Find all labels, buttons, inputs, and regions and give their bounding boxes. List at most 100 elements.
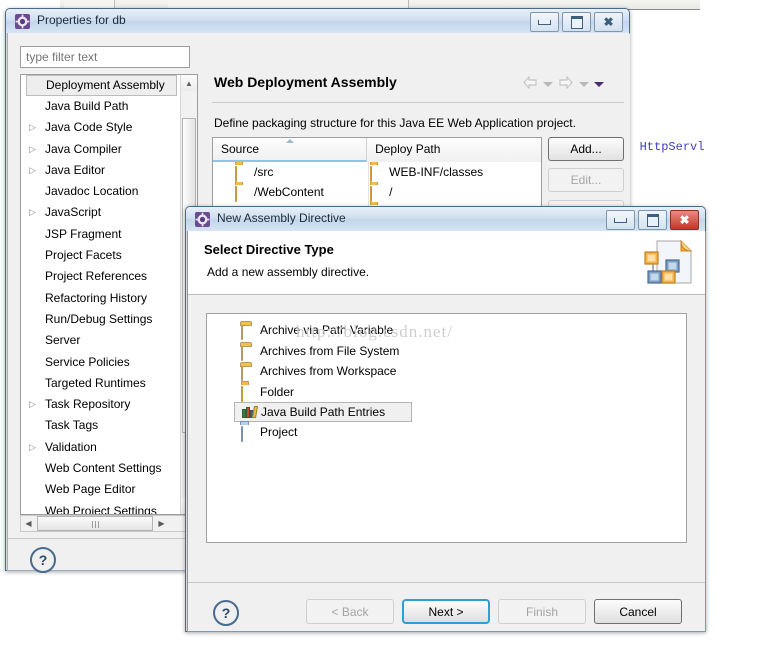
list-item[interactable]: Archives from Workspace [207,361,686,382]
tree-item-label: Java Build Path [45,99,129,113]
tree-item-run-debug-settings[interactable]: Run/Debug Settings [21,309,197,330]
assembly-header: Select Directive Type Add a new assembly… [188,231,705,295]
tree-item-label: Web Project Settings [45,503,157,515]
back-dropdown-icon[interactable] [543,81,553,87]
cell-deploy-path: / [367,182,541,202]
tree-item-jsp-fragment[interactable]: JSP Fragment [21,224,197,245]
table-row[interactable]: /src WEB-INF/classes [213,162,541,182]
folder-icon [241,384,256,402]
forward-dropdown-icon[interactable] [579,81,589,87]
table-row[interactable]: /WebContent / [213,182,541,202]
properties-help-icon[interactable]: ? [30,547,56,573]
deploy-text: WEB-INF/classes [389,165,484,179]
tree-item-label: Service Policies [45,354,130,369]
view-menu-icon[interactable] [594,81,604,87]
tree-item-javascript[interactable]: ▷ JavaScript [21,202,197,223]
list-item[interactable]: Java Build Path Entries [234,402,412,422]
tree-item-label: Project References [45,269,148,284]
list-item[interactable]: Project [207,422,686,443]
tree-item-label: JavaScript [45,205,102,220]
properties-maximize-button[interactable] [562,12,591,32]
jar-icon [241,322,256,340]
tree-item-web-content-settings[interactable]: Web Content Settings [21,458,197,479]
assembly-button-row: < Back Next > Finish Cancel [306,599,682,624]
tree-item-targeted-runtimes[interactable]: Targeted Runtimes [21,373,197,394]
source-text: /src [254,165,274,179]
tree-scroll-left-arrow[interactable]: ◀ [21,516,36,531]
properties-window-buttons: ✖ [530,12,623,32]
list-item-label: Archives from Workspace [260,364,397,378]
assembly-titlebar[interactable]: New Assembly Directive ✖ [186,207,705,231]
properties-minimize-button[interactable] [530,12,559,32]
expand-arrow-icon[interactable]: ▷ [29,437,36,458]
next-button[interactable]: Next > [402,599,490,624]
tree-item-web-page-editor[interactable]: Web Page Editor [21,479,197,500]
folder-icon [370,164,385,182]
tree-item-java-build-path[interactable]: Java Build Path [21,96,197,117]
tree-item-java-editor[interactable]: ▷ Java Editor [21,160,197,181]
expand-arrow-icon[interactable]: ▷ [29,160,36,181]
new-assembly-directive-dialog[interactable]: New Assembly Directive ✖ Select Directiv… [185,206,706,632]
tree-item-label: Run/Debug Settings [45,311,153,326]
assembly-minimize-button[interactable] [606,210,635,230]
cancel-button[interactable]: Cancel [594,599,682,624]
list-item[interactable]: Folder [207,382,686,403]
tree-item-project-references[interactable]: Project References [21,266,197,287]
java-build-path-icon [242,406,259,418]
folder-icon [235,184,250,202]
tree-item-server[interactable]: Server [21,330,197,351]
tree-item-project-facets[interactable]: Project Facets [21,245,197,266]
tree-item-label: Server [45,333,81,348]
add-button[interactable]: Add... [548,137,624,161]
tree-item-javadoc-location[interactable]: Javadoc Location [21,181,197,202]
page-header-rule [212,102,624,103]
tree-hscroll-thumb[interactable] [37,516,153,531]
back-arrow-icon[interactable] [522,75,538,92]
list-item-label: Archives from File System [260,343,400,358]
tree-item-java-code-style[interactable]: ▷ Java Code Style [21,117,197,138]
tree-item-task-repository[interactable]: ▷ Task Repository [21,394,197,415]
tree-item-service-policies[interactable]: Service Policies [21,352,197,373]
column-header-deploy-path[interactable]: Deploy Path [367,138,541,162]
expand-arrow-icon[interactable]: ▷ [29,394,36,415]
tree-item-refactoring-history[interactable]: Refactoring History [21,288,197,309]
expand-arrow-icon[interactable]: ▷ [29,139,36,160]
page-nav-icons [522,75,604,92]
sort-ascending-icon [285,139,294,143]
tree-item-task-tags[interactable]: Task Tags [21,415,197,436]
filter-input[interactable] [20,46,190,68]
project-icon [241,424,256,442]
eclipse-properties-icon [15,14,30,29]
tree-scroll-right-arrow[interactable]: ▶ [154,516,169,531]
list-item[interactable]: Archives from File System [207,341,686,362]
tree-horizontal-scrollbar[interactable]: ◀ ▶ [20,515,198,532]
column-header-source[interactable]: Source [213,138,368,162]
properties-titlebar[interactable]: Properties for db ✖ [6,9,629,33]
assembly-page-icon [641,237,697,289]
tree-item-web-project-settings[interactable]: Web Project Settings [21,501,197,515]
assembly-maximize-button[interactable] [638,210,667,230]
properties-title-text: Properties for db [37,13,126,27]
assembly-help-icon[interactable]: ? [213,600,239,626]
expand-arrow-icon[interactable]: ▷ [29,202,36,223]
tree-item-deployment-assembly[interactable]: Deployment Assembly [26,75,177,96]
tree-item-label: Task Repository [45,397,131,412]
assembly-close-button[interactable]: ✖ [670,210,699,230]
tree-item-java-compiler[interactable]: ▷ Java Compiler [21,139,197,160]
tree-scroll-up-arrow[interactable]: ▲ [181,75,197,91]
expand-arrow-icon[interactable]: ▷ [29,117,36,138]
assembly-heading: Select Directive Type [204,242,334,257]
assembly-subheading: Add a new assembly directive. [207,265,370,279]
tree-item-label: Task Tags [45,418,99,433]
properties-close-button[interactable]: ✖ [594,12,623,32]
directive-type-list[interactable]: Archive via Path Variable Archives from F… [206,313,687,543]
tree-item-label: Refactoring History [45,290,148,305]
tree-item-label: Deployment Assembly [46,78,165,92]
tree-item-label: Web Content Settings [45,461,162,476]
list-item-label: Folder [260,384,295,399]
forward-arrow-icon[interactable] [558,75,574,92]
properties-tree[interactable]: Deployment Assembly Java Build Path ▷ Java … [20,74,198,515]
tree-item-validation[interactable]: ▷ Validation [21,437,197,458]
cell-deploy-path: WEB-INF/classes [367,162,541,182]
watermark-text: http://blog.csdn.net/ [296,322,453,341]
